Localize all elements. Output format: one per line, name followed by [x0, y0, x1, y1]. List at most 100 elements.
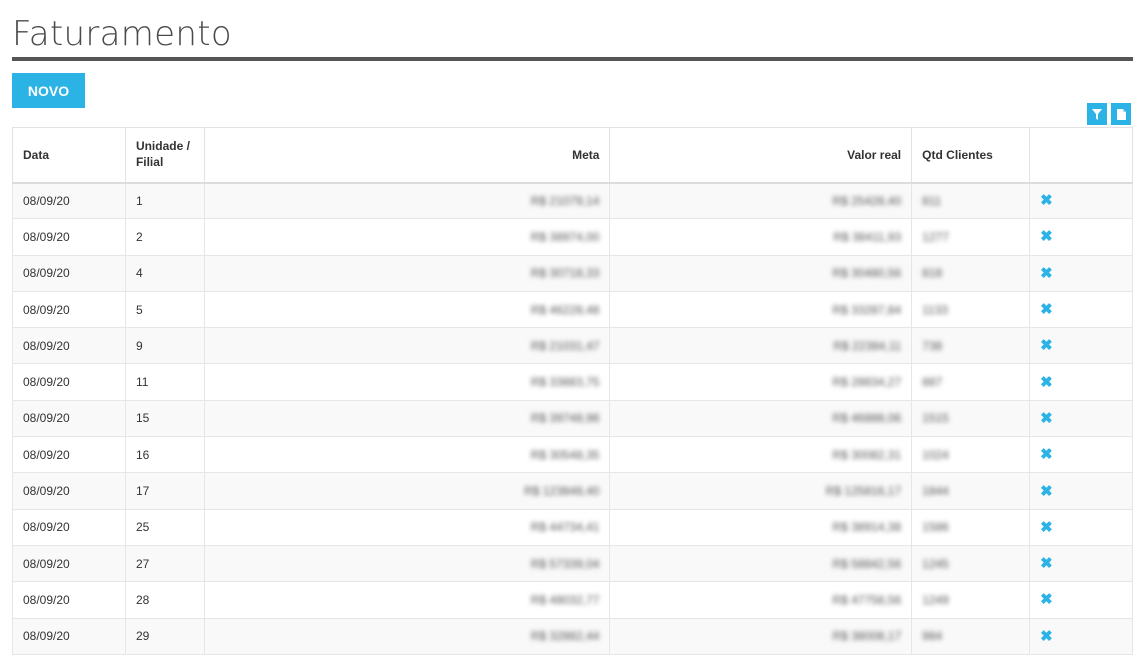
table-row[interactable]: 08/09/20 5 R$ 46228,48 R$ 33287,84 1133 ✖	[12, 290, 1133, 329]
cell-valor-real-value: R$ 30480,56	[832, 266, 902, 281]
cell-unidade: 2	[124, 218, 205, 256]
cell-qtd-clientes: 1844	[911, 472, 1031, 510]
cell-unidade-value: 9	[135, 338, 143, 353]
table-row[interactable]: 08/09/20 28 R$ 48032,77 R$ 47758,56 1249 ✖	[12, 581, 1133, 619]
cell-valor-real: R$ 28834,27	[609, 363, 913, 401]
column-header-unidade-line1: Unidade /	[135, 138, 190, 153]
cell-valor-real: R$ 38914,38	[609, 508, 913, 546]
filter-button[interactable]	[1087, 103, 1107, 125]
cell-data: 08/09/20	[12, 218, 126, 256]
cell-qtd-clientes-value: 1586	[922, 520, 949, 535]
cell-valor-real: R$ 22384,11	[609, 327, 913, 365]
cell-unidade-value: 17	[135, 484, 150, 499]
table-row[interactable]: 08/09/20 27 R$ 57339,04 R$ 58842,56 1245 ✖	[12, 544, 1133, 583]
column-header-meta[interactable]: Meta	[203, 127, 611, 184]
cell-valor-real: R$ 47758,56	[609, 581, 913, 619]
cell-data: 08/09/20	[12, 436, 126, 474]
cell-meta-value: R$ 46228,48	[530, 302, 600, 317]
cell-meta: R$ 21079,14	[203, 181, 611, 220]
title-divider	[12, 57, 1133, 61]
column-header-unidade[interactable]: Unidade / Filial	[124, 127, 205, 184]
cell-unidade-value: 16	[135, 447, 150, 462]
cell-data: 08/09/20	[12, 327, 126, 365]
cell-meta: R$ 46228,48	[203, 290, 611, 329]
cell-actions: ✖	[1029, 254, 1133, 292]
cell-qtd-clientes: 1515	[911, 399, 1031, 438]
column-header-qtd-clientes[interactable]: Qtd Clientes	[911, 127, 1031, 184]
cell-actions: ✖	[1029, 327, 1133, 365]
delete-row-close-icon[interactable]: ✖	[1040, 229, 1053, 244]
table-row[interactable]: 08/09/20 11 R$ 33883,75 R$ 28834,27 887 ✖	[12, 363, 1133, 401]
cell-meta: R$ 32882,44	[203, 617, 611, 655]
cell-actions: ✖	[1029, 581, 1133, 619]
cell-valor-real-value: R$ 22384,11	[833, 338, 902, 353]
cell-valor-real-value: R$ 28834,27	[832, 375, 902, 390]
cell-meta-value: R$ 21031,47	[530, 338, 600, 353]
table-row[interactable]: 08/09/20 4 R$ 30718,33 R$ 30480,56 818 ✖	[12, 254, 1133, 292]
column-header-actions	[1029, 127, 1133, 184]
delete-row-close-icon[interactable]: ✖	[1040, 484, 1053, 499]
cell-data-value: 08/09/20	[23, 375, 70, 390]
delete-row-close-icon[interactable]: ✖	[1040, 266, 1053, 281]
cell-meta: R$ 48032,77	[203, 581, 611, 619]
cell-data: 08/09/20	[12, 581, 126, 619]
cell-unidade: 28	[124, 581, 205, 619]
cell-unidade-value: 11	[135, 375, 149, 390]
delete-row-close-icon[interactable]: ✖	[1040, 375, 1053, 390]
delete-row-close-icon[interactable]: ✖	[1040, 193, 1053, 208]
cell-actions: ✖	[1029, 399, 1133, 438]
cell-data-value: 08/09/20	[23, 520, 70, 535]
table-row[interactable]: 08/09/20 29 R$ 32882,44 R$ 38008,17 984 ✖	[12, 617, 1133, 655]
delete-row-close-icon[interactable]: ✖	[1040, 447, 1053, 462]
table-row[interactable]: 08/09/20 16 R$ 30548,35 R$ 30082,31 1024 ✖	[12, 436, 1133, 474]
cell-unidade-value: 29	[135, 629, 150, 644]
cell-meta-value: R$ 39748,98	[530, 411, 600, 426]
column-header-data[interactable]: Data	[12, 127, 126, 184]
cell-data: 08/09/20	[12, 290, 126, 329]
delete-row-close-icon[interactable]: ✖	[1040, 411, 1053, 426]
cell-unidade: 27	[124, 544, 205, 583]
cell-qtd-clientes-value: 1844	[922, 484, 949, 499]
cell-data: 08/09/20	[12, 181, 126, 220]
cell-meta: R$ 44734,41	[203, 508, 611, 546]
cell-qtd-clientes-value: 811	[922, 193, 942, 208]
cell-data-value: 08/09/20	[23, 193, 70, 208]
cell-valor-real: R$ 38411,93	[609, 218, 913, 256]
table-row[interactable]: 08/09/20 1 R$ 21079,14 R$ 25428,40 811 ✖	[12, 181, 1133, 220]
cell-meta-value: R$ 30718,33	[530, 266, 600, 281]
cell-unidade: 25	[124, 508, 205, 546]
table-row[interactable]: 08/09/20 9 R$ 21031,47 R$ 22384,11 738 ✖	[12, 327, 1133, 365]
table-row[interactable]: 08/09/20 15 R$ 39748,98 R$ 46888,06 1515 ✖	[12, 399, 1133, 438]
cell-meta-value: R$ 21079,14	[530, 193, 600, 208]
delete-row-close-icon[interactable]: ✖	[1040, 338, 1053, 353]
cell-valor-real-value: R$ 25428,40	[832, 193, 902, 208]
page-title: Faturamento	[12, 14, 232, 54]
delete-row-close-icon[interactable]: ✖	[1040, 556, 1053, 571]
cell-qtd-clientes-value: 1024	[922, 447, 949, 462]
table-row[interactable]: 08/09/20 2 R$ 38974,00 R$ 38411,93 1277 ✖	[12, 218, 1133, 256]
cell-valor-real: R$ 25428,40	[609, 181, 913, 220]
cell-data: 08/09/20	[12, 544, 126, 583]
delete-row-close-icon[interactable]: ✖	[1040, 302, 1053, 317]
export-document-button[interactable]	[1111, 103, 1131, 125]
cell-valor-real-value: R$ 58842,56	[832, 556, 902, 571]
cell-valor-real: R$ 46888,06	[609, 399, 913, 438]
cell-qtd-clientes: 984	[911, 617, 1031, 655]
new-button[interactable]: NOVO	[12, 73, 85, 108]
cell-valor-real: R$ 58842,56	[609, 544, 913, 583]
cell-data-value: 08/09/20	[23, 592, 70, 607]
table-row[interactable]: 08/09/20 25 R$ 44734,41 R$ 38914,38 1586 ✖	[12, 508, 1133, 546]
table-row[interactable]: 08/09/20 17 R$ 123848,40 R$ 125816,17 1844 ✖	[12, 472, 1133, 510]
cell-qtd-clientes: 1245	[911, 544, 1031, 583]
cell-qtd-clientes-value: 1249	[922, 592, 949, 607]
cell-qtd-clientes-value: 984	[922, 629, 943, 644]
cell-data-value: 08/09/20	[23, 447, 70, 462]
cell-qtd-clientes-value: 1133	[922, 302, 948, 317]
delete-row-close-icon[interactable]: ✖	[1040, 520, 1053, 535]
cell-data: 08/09/20	[12, 472, 126, 510]
table-header-row: Data Unidade / Filial Meta Valor real Qtd…	[12, 127, 1133, 184]
delete-row-close-icon[interactable]: ✖	[1040, 592, 1053, 607]
cell-qtd-clientes: 1133	[911, 290, 1031, 329]
column-header-valor-real[interactable]: Valor real	[609, 127, 913, 184]
delete-row-close-icon[interactable]: ✖	[1040, 629, 1053, 644]
